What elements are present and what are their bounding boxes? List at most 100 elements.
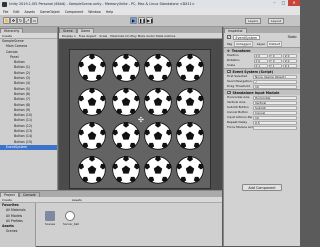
transform-x-field[interactable]: X 0: [254, 53, 268, 58]
game-view: Scene Game Display 1 Free Aspect Scale M…: [59, 27, 222, 190]
folder-icon: [45, 211, 55, 221]
inspector-panel: Inspector EventSystem Static Tag Untagge…: [223, 27, 300, 246]
asset-label: Scenes: [45, 222, 55, 226]
layout-dropdown[interactable]: Layout: [268, 18, 285, 24]
soccer-ball-button[interactable]: [144, 156, 172, 184]
scale-slider-label[interactable]: Scale: [99, 34, 107, 38]
event-system-enabled-checkbox[interactable]: [227, 69, 231, 74]
transform-x-field[interactable]: X 0: [254, 58, 268, 63]
project-files: Scenes Soccer_ball: [37, 203, 222, 247]
menu-help[interactable]: Help: [106, 10, 113, 14]
input-module-rows: Horizontal Axis Horizontal Vertical Axis Ve…: [224, 95, 300, 130]
soccer-ball-button[interactable]: [176, 122, 204, 150]
property-row: Force Module Active: [224, 125, 300, 130]
soccer-ball-button[interactable]: [112, 122, 140, 150]
asset-label: Soccer_ball: [63, 222, 79, 226]
soccer-ball-button[interactable]: [112, 88, 140, 116]
soccer-ball-button[interactable]: [176, 54, 204, 82]
property-value-field[interactable]: ✓: [253, 79, 297, 84]
static-toggle[interactable]: Static: [288, 35, 297, 39]
hierarchy-panel: Hierarchy Create SampleScene Main Camera C…: [0, 27, 58, 190]
property-value-field[interactable]: Vertical: [253, 100, 297, 105]
game-view-bar: Display 1 Free Aspect Scale Maximize On …: [59, 33, 222, 39]
menu-assets[interactable]: Assets: [25, 10, 35, 14]
toolbar: ✋ ✥ ↻ ⤢ ▭ ▶ ❚❚ ▶❚ Layers Layout: [0, 15, 300, 27]
asset-item[interactable]: Scenes: [43, 211, 57, 226]
tag-dropdown[interactable]: Untagged: [234, 41, 253, 47]
hierarchy-item[interactable]: EventSystem: [0, 144, 57, 151]
layer-dropdown[interactable]: Default: [267, 41, 283, 47]
soccer-ball-button[interactable]: [144, 122, 172, 150]
move-tool-icon[interactable]: ✥: [10, 17, 17, 24]
aspect-dropdown[interactable]: Free Aspect: [79, 34, 97, 38]
add-component-button[interactable]: Add Component: [242, 184, 282, 191]
hierarchy-create-button[interactable]: Create: [2, 34, 12, 38]
tab-hierarchy[interactable]: Hierarchy: [0, 28, 24, 33]
scale-tool-icon[interactable]: ⤢: [24, 17, 31, 24]
property-value-field[interactable]: Cancel: [253, 110, 297, 115]
soccer-ball-button[interactable]: [78, 122, 106, 150]
soccer-ball-button[interactable]: [144, 54, 172, 82]
soccer-ball-button[interactable]: [78, 156, 106, 184]
soccer-ball-button[interactable]: [112, 156, 140, 184]
transform-rows: Position X 0Y 0Z 0 Rotation X 0Y 0Z 0 Scale X…: [224, 53, 300, 68]
menu-file[interactable]: File: [3, 10, 8, 14]
step-button[interactable]: ▶❚: [146, 17, 153, 24]
tab-project[interactable]: Project: [0, 192, 19, 197]
soccer-ball-button[interactable]: [78, 54, 106, 82]
event-system-rows: First Selected None (Game Object) Send Nav…: [224, 74, 300, 89]
window-title: Unity 2019.1.0f2 Personal (64bit) - Samp…: [9, 2, 195, 6]
property-value-field[interactable]: 10: [253, 84, 297, 89]
transform-vector: X 1Y 1Z 1: [253, 63, 298, 68]
property-value-field[interactable]: Horizontal: [253, 95, 297, 100]
transform-x-field[interactable]: X 1: [254, 63, 268, 68]
soccer-ball-button[interactable]: [144, 88, 172, 116]
hierarchy-list: SampleScene Main Camera Canvas Panel Button B…: [0, 39, 57, 151]
play-button[interactable]: ▶: [130, 17, 137, 24]
property-value-field[interactable]: 0.5: [253, 120, 297, 125]
transform-y-field[interactable]: Y 0: [268, 58, 283, 63]
rotate-tool-icon[interactable]: ↻: [17, 17, 24, 24]
transform-z-field[interactable]: Z 0: [283, 53, 298, 58]
tab-console[interactable]: Console: [18, 192, 40, 197]
property-label: Force Module Active: [227, 125, 253, 129]
tab-inspector[interactable]: Inspector: [224, 28, 247, 33]
rect-tool-icon[interactable]: ▭: [31, 17, 38, 24]
layers-dropdown[interactable]: Layers: [245, 18, 261, 24]
active-checkbox[interactable]: [227, 35, 231, 39]
transform-y-field[interactable]: Y 1: [268, 63, 283, 68]
close-button[interactable]: ✕: [288, 0, 300, 6]
minimize-button[interactable]: –: [270, 0, 279, 6]
soccer-ball-button[interactable]: [112, 54, 140, 82]
project-create-button[interactable]: Create: [2, 198, 12, 202]
property-value-field[interactable]: None (Game Object): [253, 74, 297, 79]
transform-z-field[interactable]: Z 1: [283, 63, 298, 68]
property-value-field[interactable]: Submit: [253, 105, 297, 110]
project-tree-item[interactable]: Scenes: [0, 229, 35, 234]
menu-edit[interactable]: Edit: [13, 10, 19, 14]
maximize-button[interactable]: □: [279, 0, 288, 6]
transform-z-field[interactable]: Z 0: [283, 58, 298, 63]
soccer-ball-button[interactable]: [176, 156, 204, 184]
menu-window[interactable]: Window: [88, 10, 101, 14]
soccer-ball-button[interactable]: [78, 88, 106, 116]
soccer-ball-button[interactable]: [176, 88, 204, 116]
property-row: Drag Threshold 10: [224, 84, 300, 89]
property-value-field[interactable]: 10: [253, 115, 297, 120]
display-dropdown[interactable]: Display 1: [62, 34, 76, 38]
pause-button[interactable]: ❚❚: [138, 17, 146, 24]
transform-row: Scale X 1Y 1Z 1: [224, 63, 300, 68]
project-tree: Favorites All Materials All Models All Pref…: [0, 203, 36, 247]
menu-gameobject[interactable]: GameObject: [40, 10, 60, 14]
input-module-enabled-checkbox[interactable]: [227, 90, 231, 95]
project-path: Assets: [71, 197, 82, 202]
object-name-field[interactable]: EventSystem: [232, 34, 261, 40]
tag-label: Tag: [227, 42, 233, 46]
hand-tool-icon[interactable]: ✋: [3, 17, 10, 24]
property-value-field[interactable]: [253, 125, 297, 130]
menu-component[interactable]: Component: [65, 10, 84, 14]
asset-item[interactable]: Soccer_ball: [63, 211, 79, 226]
game-view-options[interactable]: Maximize On Play Mute Audio Stats Gizmos: [110, 34, 175, 38]
property-label: Drag Threshold: [227, 84, 251, 88]
transform-y-field[interactable]: Y 0: [268, 53, 283, 58]
